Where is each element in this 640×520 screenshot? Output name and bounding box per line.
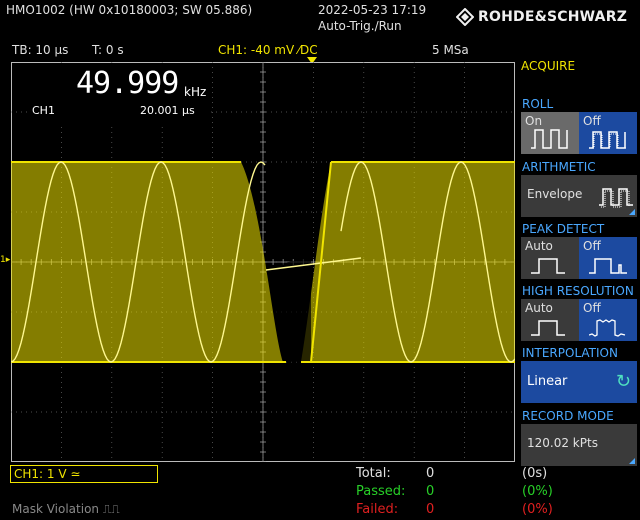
roll-off-button[interactable]: Off [579,112,637,154]
measurement-channel: CH1 [32,104,55,117]
roll-toggle: On Off [521,112,637,154]
dropdown-corner-icon [629,209,635,215]
peak-detect-auto-label: Auto [525,239,553,253]
sample-rate: 5 MSa [432,43,469,57]
peak-detect-auto-button[interactable]: Auto [521,237,579,279]
total-value: 0 [426,466,435,481]
total-label: Total: [356,466,391,481]
menu-title: ACQUIRE [521,59,576,73]
peak-detect-label: PEAK DETECT [522,222,605,236]
high-resolution-off-button[interactable]: Off [579,299,637,341]
peak-detect-off-button[interactable]: Off [579,237,637,279]
square-wave-icon [531,129,568,149]
square-wave-icon [589,131,626,149]
interpolation-select[interactable]: Linear ↻ [521,361,637,403]
peak-detect-toggle: Auto Off [521,237,637,279]
high-resolution-off-label: Off [583,301,601,315]
record-mode-value: 120.02 kPts [527,436,598,450]
frequency-value: 49.999 [76,66,179,101]
arithmetic-label: ARITHMETIC [522,160,596,174]
roll-on-label: On [525,114,543,128]
arithmetic-select[interactable]: Envelope [521,175,637,217]
high-resolution-toggle: Auto Off [521,299,637,341]
device-id: HMO1002 (HW 0x10180003; SW 05.886) [6,3,253,17]
high-resolution-auto-button[interactable]: Auto [521,299,579,341]
roll-label: ROLL [522,97,554,111]
high-resolution-auto-label: Auto [525,301,553,315]
ch1-scale[interactable]: CH1: 1 V ≃ [10,465,158,483]
pulse-icon [531,320,565,336]
pulse-glitch-icon [589,258,627,274]
passed-label: Passed: [356,484,406,499]
envelope-band-left [11,162,283,362]
timebase[interactable]: TB: 10 µs [12,43,68,57]
arithmetic-value: Envelope [527,187,583,201]
failed-value: 0 [426,502,435,517]
channel-info[interactable]: CH1: -40 mV ⁄DC [218,43,318,57]
dropdown-corner-icon [629,458,635,464]
high-resolution-label: HIGH RESOLUTION [522,284,634,298]
channel-offset-marker[interactable]: 1▸ [0,255,10,265]
brand-logo: ROHDE&SCHWARZ [456,8,627,26]
period-value: 20.001 µs [140,104,195,117]
brand-text: ROHDE&SCHWARZ [478,9,628,25]
passed-percent: (0%) [522,484,553,499]
status-row: TB: 10 µs T: 0 s CH1: -40 mV ⁄DC 5 MSa [0,41,516,64]
envelope-wave-icon [599,188,633,208]
time-offset[interactable]: T: 0 s [92,43,124,57]
mask-violation-label: Mask Violation ⎍⎍ [12,502,120,516]
interpolation-value: Linear [527,374,568,389]
frequency-unit: kHz [184,85,207,99]
failed-percent: (0%) [522,502,553,517]
roll-off-label: Off [583,114,601,128]
datetime: 2022-05-23 17:19 [318,3,427,17]
interpolation-label: INTERPOLATION [522,346,618,360]
acquire-menu: ACQUIRE ROLL On Off ARITHMETIC Envelope … [518,56,640,466]
passed-value: 0 [426,484,435,499]
record-mode-label: RECORD MODE [522,409,614,423]
trigger-mode: Auto-Trig./Run [318,19,402,33]
rotate-icon: ↻ [615,371,631,392]
noisy-pulse-icon [589,319,626,337]
pulse-icon [531,258,565,274]
roll-on-button[interactable]: On [521,112,579,154]
peak-detect-off-label: Off [583,239,601,253]
total-percent: (0s) [522,466,548,481]
brand-diamond-icon [456,8,474,26]
record-mode-select[interactable]: 120.02 kPts [521,424,637,466]
failed-label: Failed: [356,502,399,517]
